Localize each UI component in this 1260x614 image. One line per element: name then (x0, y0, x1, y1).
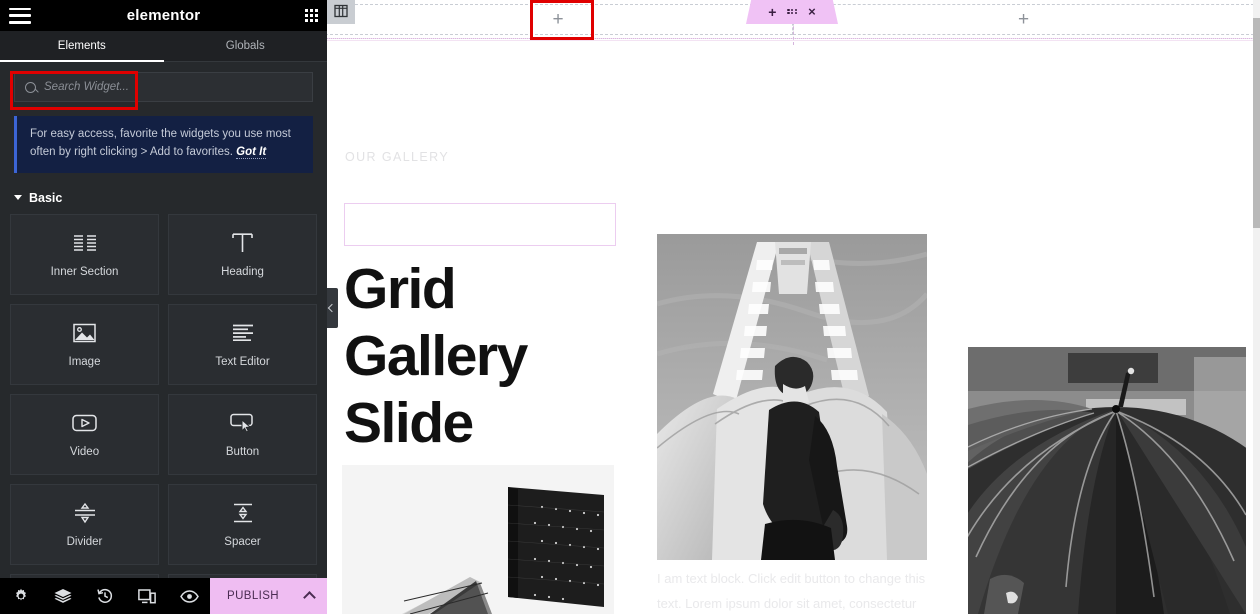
add-column-b[interactable]: + (793, 4, 1254, 35)
page-canvas[interactable]: + + + × OUR GALLERY Grid Gallery Slide I… (327, 0, 1260, 614)
elementor-left-panel: elementor Elements Globals For easy acce… (0, 0, 327, 614)
widget-label: Divider (66, 535, 103, 548)
widget-label: Button (225, 445, 260, 458)
elementor-logo: elementor (126, 7, 201, 24)
widget-label: Heading (221, 265, 264, 278)
column-structure-icon[interactable] (327, 0, 355, 24)
widget-button[interactable]: Button (168, 393, 317, 475)
canvas-scrollbar-thumb[interactable] (1253, 18, 1260, 228)
gear-icon[interactable] (0, 578, 42, 614)
widget-inner-section[interactable]: Inner Section (10, 213, 159, 295)
section-bottom-border (327, 38, 1254, 41)
page-title: Grid Gallery Slide (344, 257, 528, 455)
category-basic-header[interactable]: Basic (0, 191, 327, 205)
chevron-down-icon (14, 195, 22, 201)
section-handle-toolbar[interactable]: + × (746, 0, 838, 24)
panel-tabs: Elements Globals (0, 31, 327, 62)
panel-header: elementor (0, 0, 327, 31)
search-input[interactable] (44, 81, 302, 93)
image-icon (72, 321, 98, 345)
search-widget-container (0, 62, 327, 110)
video-play-icon (72, 411, 98, 435)
tab-globals[interactable]: Globals (164, 31, 328, 61)
elementor-editor: + + + × OUR GALLERY Grid Gallery Slide I… (0, 0, 1260, 614)
drag-dots-icon[interactable] (787, 8, 798, 15)
widget-label: Video (69, 445, 100, 458)
layers-icon[interactable] (42, 578, 84, 614)
widget-label: Inner Section (50, 265, 119, 278)
widget-text-editor[interactable]: Text Editor (168, 303, 317, 385)
eye-icon[interactable] (168, 578, 210, 614)
hamburger-menu-icon[interactable] (9, 7, 31, 24)
text-block-paragraph: I am text block. Click edit button to ch… (657, 571, 926, 611)
empty-widget-placeholder[interactable] (344, 203, 616, 246)
got-it-link[interactable]: Got It (236, 145, 267, 159)
button-cursor-icon (230, 411, 256, 435)
favorites-notice: For easy access, favorite the widgets yo… (14, 116, 313, 173)
widget-label: Text Editor (215, 355, 270, 368)
skyscraper-architecture-photo[interactable] (342, 465, 614, 614)
responsive-devices-icon[interactable] (126, 578, 168, 614)
add-column-a[interactable]: + (327, 4, 793, 35)
widget-grid: Inner Section Heading Image Text Editor … (0, 213, 327, 614)
canvas-scrollbar[interactable] (1253, 0, 1260, 614)
add-element-plus-left[interactable]: + (552, 10, 563, 29)
chevron-up-icon[interactable] (303, 591, 316, 604)
person-under-bridge-photo[interactable] (657, 234, 927, 560)
publish-label: PUBLISH (227, 590, 280, 602)
category-basic-label: Basic (29, 190, 63, 205)
panel-footer: PUBLISH (0, 578, 327, 614)
spacer-icon (230, 501, 256, 525)
chevron-left-icon (327, 303, 337, 313)
widget-divider[interactable]: Divider (10, 483, 159, 565)
text-editor-icon (230, 321, 256, 345)
search-box[interactable] (14, 72, 313, 102)
gallery-kicker-text: OUR GALLERY (345, 150, 450, 164)
tab-elements[interactable]: Elements (0, 31, 164, 62)
widget-spacer[interactable]: Spacer (168, 483, 317, 565)
history-clock-icon[interactable] (84, 578, 126, 614)
widget-heading[interactable]: Heading (168, 213, 317, 295)
close-icon[interactable]: × (808, 4, 816, 19)
search-icon (25, 81, 36, 93)
umbrella-rain-photo[interactable] (968, 347, 1246, 614)
divider-icon (72, 501, 98, 525)
inner-section-icon (72, 231, 98, 255)
widget-label: Image (68, 355, 101, 368)
apps-grid-icon[interactable] (305, 9, 318, 22)
widget-image[interactable]: Image (10, 303, 159, 385)
widget-label: Spacer (224, 535, 261, 548)
publish-button[interactable]: PUBLISH (210, 578, 327, 614)
add-element-plus-right[interactable]: + (1018, 10, 1029, 29)
add-section-icon[interactable]: + (768, 4, 776, 20)
widget-video[interactable]: Video (10, 393, 159, 475)
heading-t-icon (230, 231, 256, 255)
